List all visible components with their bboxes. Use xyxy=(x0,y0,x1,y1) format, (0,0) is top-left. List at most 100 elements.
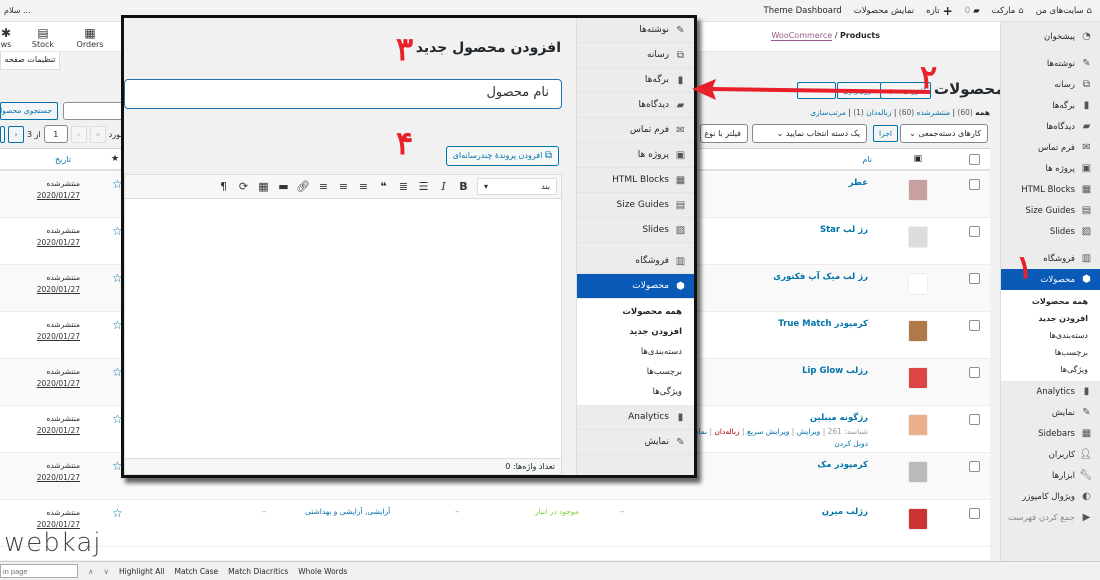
product-title-input[interactable]: نام محصول xyxy=(124,79,562,109)
bold-icon[interactable]: B xyxy=(457,180,470,193)
view-products-link[interactable]: نمایش محصولات xyxy=(854,6,914,16)
category-select[interactable]: یک دسته انتخاب نمایید ⌄ xyxy=(752,124,867,143)
sidebar-item[interactable]: ▰ دیدگاه‌ها xyxy=(577,93,694,118)
sidebar-item[interactable]: ▮ Analytics xyxy=(1001,381,1100,402)
filter-all[interactable]: همه xyxy=(975,108,990,117)
duplicate-link[interactable]: دوبل کردن xyxy=(834,439,868,448)
product-thumbnail[interactable] xyxy=(908,273,928,295)
sidebar-item[interactable]: ✉ فرم تماس xyxy=(1001,137,1100,158)
link-icon[interactable]: 🔗︎ xyxy=(296,180,310,193)
stock-shortcut[interactable]: ▤ Stock xyxy=(23,26,63,49)
select-all-checkbox[interactable] xyxy=(969,154,980,165)
bullet-list-icon[interactable]: ☰ xyxy=(417,180,430,193)
align-left-icon[interactable]: ≡ xyxy=(357,180,370,193)
quick-edit-link[interactable]: ویرایش سریع xyxy=(747,427,789,436)
new-content-link[interactable]: + تازه xyxy=(926,4,953,18)
submenu-item[interactable]: همه محصولات xyxy=(1001,293,1100,310)
submenu-item[interactable]: افزودن جدید xyxy=(577,322,694,342)
trash-link[interactable]: زباله‌دان xyxy=(714,427,739,436)
whole-words-toggle[interactable]: Whole Words xyxy=(298,567,347,576)
sidebar-item[interactable]: ⧉ رسانه xyxy=(577,43,694,68)
toolbar-toggle-icon[interactable]: ▦ xyxy=(257,180,270,193)
product-name-link[interactable]: عطر xyxy=(849,178,868,188)
featured-star-icon[interactable]: ☆ xyxy=(112,506,123,520)
name-column-header[interactable]: نام xyxy=(862,155,872,164)
product-name-link[interactable]: رژلب میرن xyxy=(822,507,868,517)
match-diacritics-toggle[interactable]: Match Diacritics xyxy=(228,567,288,576)
product-name-link[interactable]: رژ لب میک آپ فکتوری xyxy=(773,272,868,282)
find-next-button[interactable]: ∨ xyxy=(104,567,110,576)
paragraph-icon[interactable]: ¶ xyxy=(217,180,230,193)
row-checkbox[interactable] xyxy=(969,273,980,284)
row-checkbox[interactable] xyxy=(969,461,980,472)
sidebar-item[interactable]: 👤︎ کاربران xyxy=(1001,444,1100,465)
row-checkbox[interactable] xyxy=(969,414,980,425)
submenu-item[interactable]: برچسب‌ها xyxy=(1001,344,1100,361)
submenu-item[interactable]: دسته‌بندی‌ها xyxy=(577,342,694,362)
read-more-icon[interactable]: ▬ xyxy=(277,180,290,193)
apply-button[interactable]: اجرا xyxy=(873,125,898,142)
sidebar-item[interactable]: ▣ پروژه ها xyxy=(577,143,694,168)
numbered-list-icon[interactable]: ≣ xyxy=(397,180,410,193)
breadcrumb-woocommerce[interactable]: WooCommerce xyxy=(771,31,833,41)
my-sites-link[interactable]: ⌂ سایت‌های من xyxy=(1036,6,1092,16)
search-input[interactable] xyxy=(63,102,123,120)
product-type-select[interactable]: فیلتر با نوع xyxy=(700,124,748,143)
sidebar-item[interactable]: ▤ Size Guides xyxy=(1001,200,1100,221)
sidebar-item[interactable]: ▨ Slides xyxy=(1001,221,1100,242)
sidebar-item[interactable]: ▦ Sidebars xyxy=(1001,423,1100,444)
sidebar-item[interactable]: ▦ HTML Blocks xyxy=(577,168,694,193)
product-name-link[interactable]: کرمپودر مک xyxy=(818,460,868,470)
search-products-button[interactable]: جستجوی محصول xyxy=(0,102,58,120)
sidebar-item[interactable]: ▰ دیدگاه‌ها xyxy=(1001,116,1100,137)
product-thumbnail[interactable] xyxy=(908,508,928,530)
match-case-toggle[interactable]: Match Case xyxy=(175,567,219,576)
add-media-button[interactable]: ⧉ افزودن پروندهٔ چندرسانه‌ای xyxy=(445,146,559,166)
italic-icon[interactable]: I xyxy=(437,180,450,193)
sidebar-item[interactable]: ▮ برگه‌ها xyxy=(577,68,694,93)
submenu-item[interactable]: همه محصولات xyxy=(577,302,694,322)
filter-trash[interactable]: زباله‌دان xyxy=(866,108,891,117)
sidebar-item[interactable]: ✎ نوشته‌ها xyxy=(1001,53,1100,74)
greeting[interactable]: سلام ... xyxy=(4,6,31,15)
content-editor[interactable]: بند ▾ B I ☰ ≣ ❝ ≡ ≡ ≡ 🔗︎ ▬ ▦ ⟳ ¶ تعداد وا… xyxy=(124,174,562,475)
row-checkbox[interactable] xyxy=(969,179,980,190)
sidebar-item[interactable]: ▶ جمع کردن فهرست xyxy=(1001,507,1100,528)
sidebar-item[interactable]: ▣ پروژه ها xyxy=(1001,158,1100,179)
product-thumbnail[interactable] xyxy=(908,179,928,201)
row-checkbox[interactable] xyxy=(969,508,980,519)
first-page-button[interactable]: « xyxy=(89,125,106,143)
submenu-item[interactable]: دسته‌بندی‌ها xyxy=(1001,327,1100,344)
site-link[interactable]: ⌂ مارکت xyxy=(992,6,1024,16)
product-name-link[interactable]: رژگونه میبلین xyxy=(810,413,868,423)
prev-page-button[interactable]: ‹ xyxy=(70,125,87,143)
find-prev-button[interactable]: ∧ xyxy=(88,567,94,576)
orders-shortcut[interactable]: ▦ Orders xyxy=(70,26,110,49)
theme-dashboard-link[interactable]: Theme Dashboard xyxy=(764,6,842,16)
sidebar-item[interactable]: ◔ پیشخوان xyxy=(1001,26,1100,47)
sidebar-item[interactable]: 🔧︎ ابزارها xyxy=(1001,465,1100,486)
refresh-icon[interactable]: ⟳ xyxy=(237,180,250,193)
current-page-input[interactable]: 1 xyxy=(43,125,68,143)
highlight-all-toggle[interactable]: Highlight All xyxy=(119,567,165,576)
row-checkbox[interactable] xyxy=(969,226,980,237)
sidebar-item[interactable]: ▮ برگه‌ها xyxy=(1001,95,1100,116)
product-thumbnail[interactable] xyxy=(908,414,928,436)
submenu-item[interactable]: ویژگی‌ها xyxy=(1001,361,1100,378)
screen-options-tab[interactable]: تنظیمات صفحه xyxy=(0,52,60,70)
last-page-button[interactable] xyxy=(0,125,5,143)
sidebar-item[interactable]: ▮ Analytics xyxy=(577,405,694,430)
sidebar-item[interactable]: ▦ HTML Blocks xyxy=(1001,179,1100,200)
product-name-link[interactable]: رژلب Lip Glow xyxy=(802,366,868,376)
submenu-item[interactable]: ویژگی‌ها xyxy=(577,382,694,402)
product-thumbnail[interactable] xyxy=(908,367,928,389)
sidebar-item[interactable]: ◐ ویژوال کامپوزر xyxy=(1001,486,1100,507)
product-categories[interactable]: آرایشی, آرایشی و بهداشتی xyxy=(305,507,390,516)
product-name-link[interactable]: کرمپودر True Match xyxy=(778,319,868,329)
filter-published[interactable]: منتشرشده xyxy=(917,108,951,117)
edit-link[interactable]: ویرایش xyxy=(797,427,821,436)
product-thumbnail[interactable] xyxy=(908,320,928,342)
next-page-button[interactable]: › xyxy=(8,125,24,143)
sidebar-item[interactable]: ▨ Slides xyxy=(577,218,694,243)
sidebar-item[interactable]: ✎ نوشته‌ها xyxy=(577,18,694,43)
